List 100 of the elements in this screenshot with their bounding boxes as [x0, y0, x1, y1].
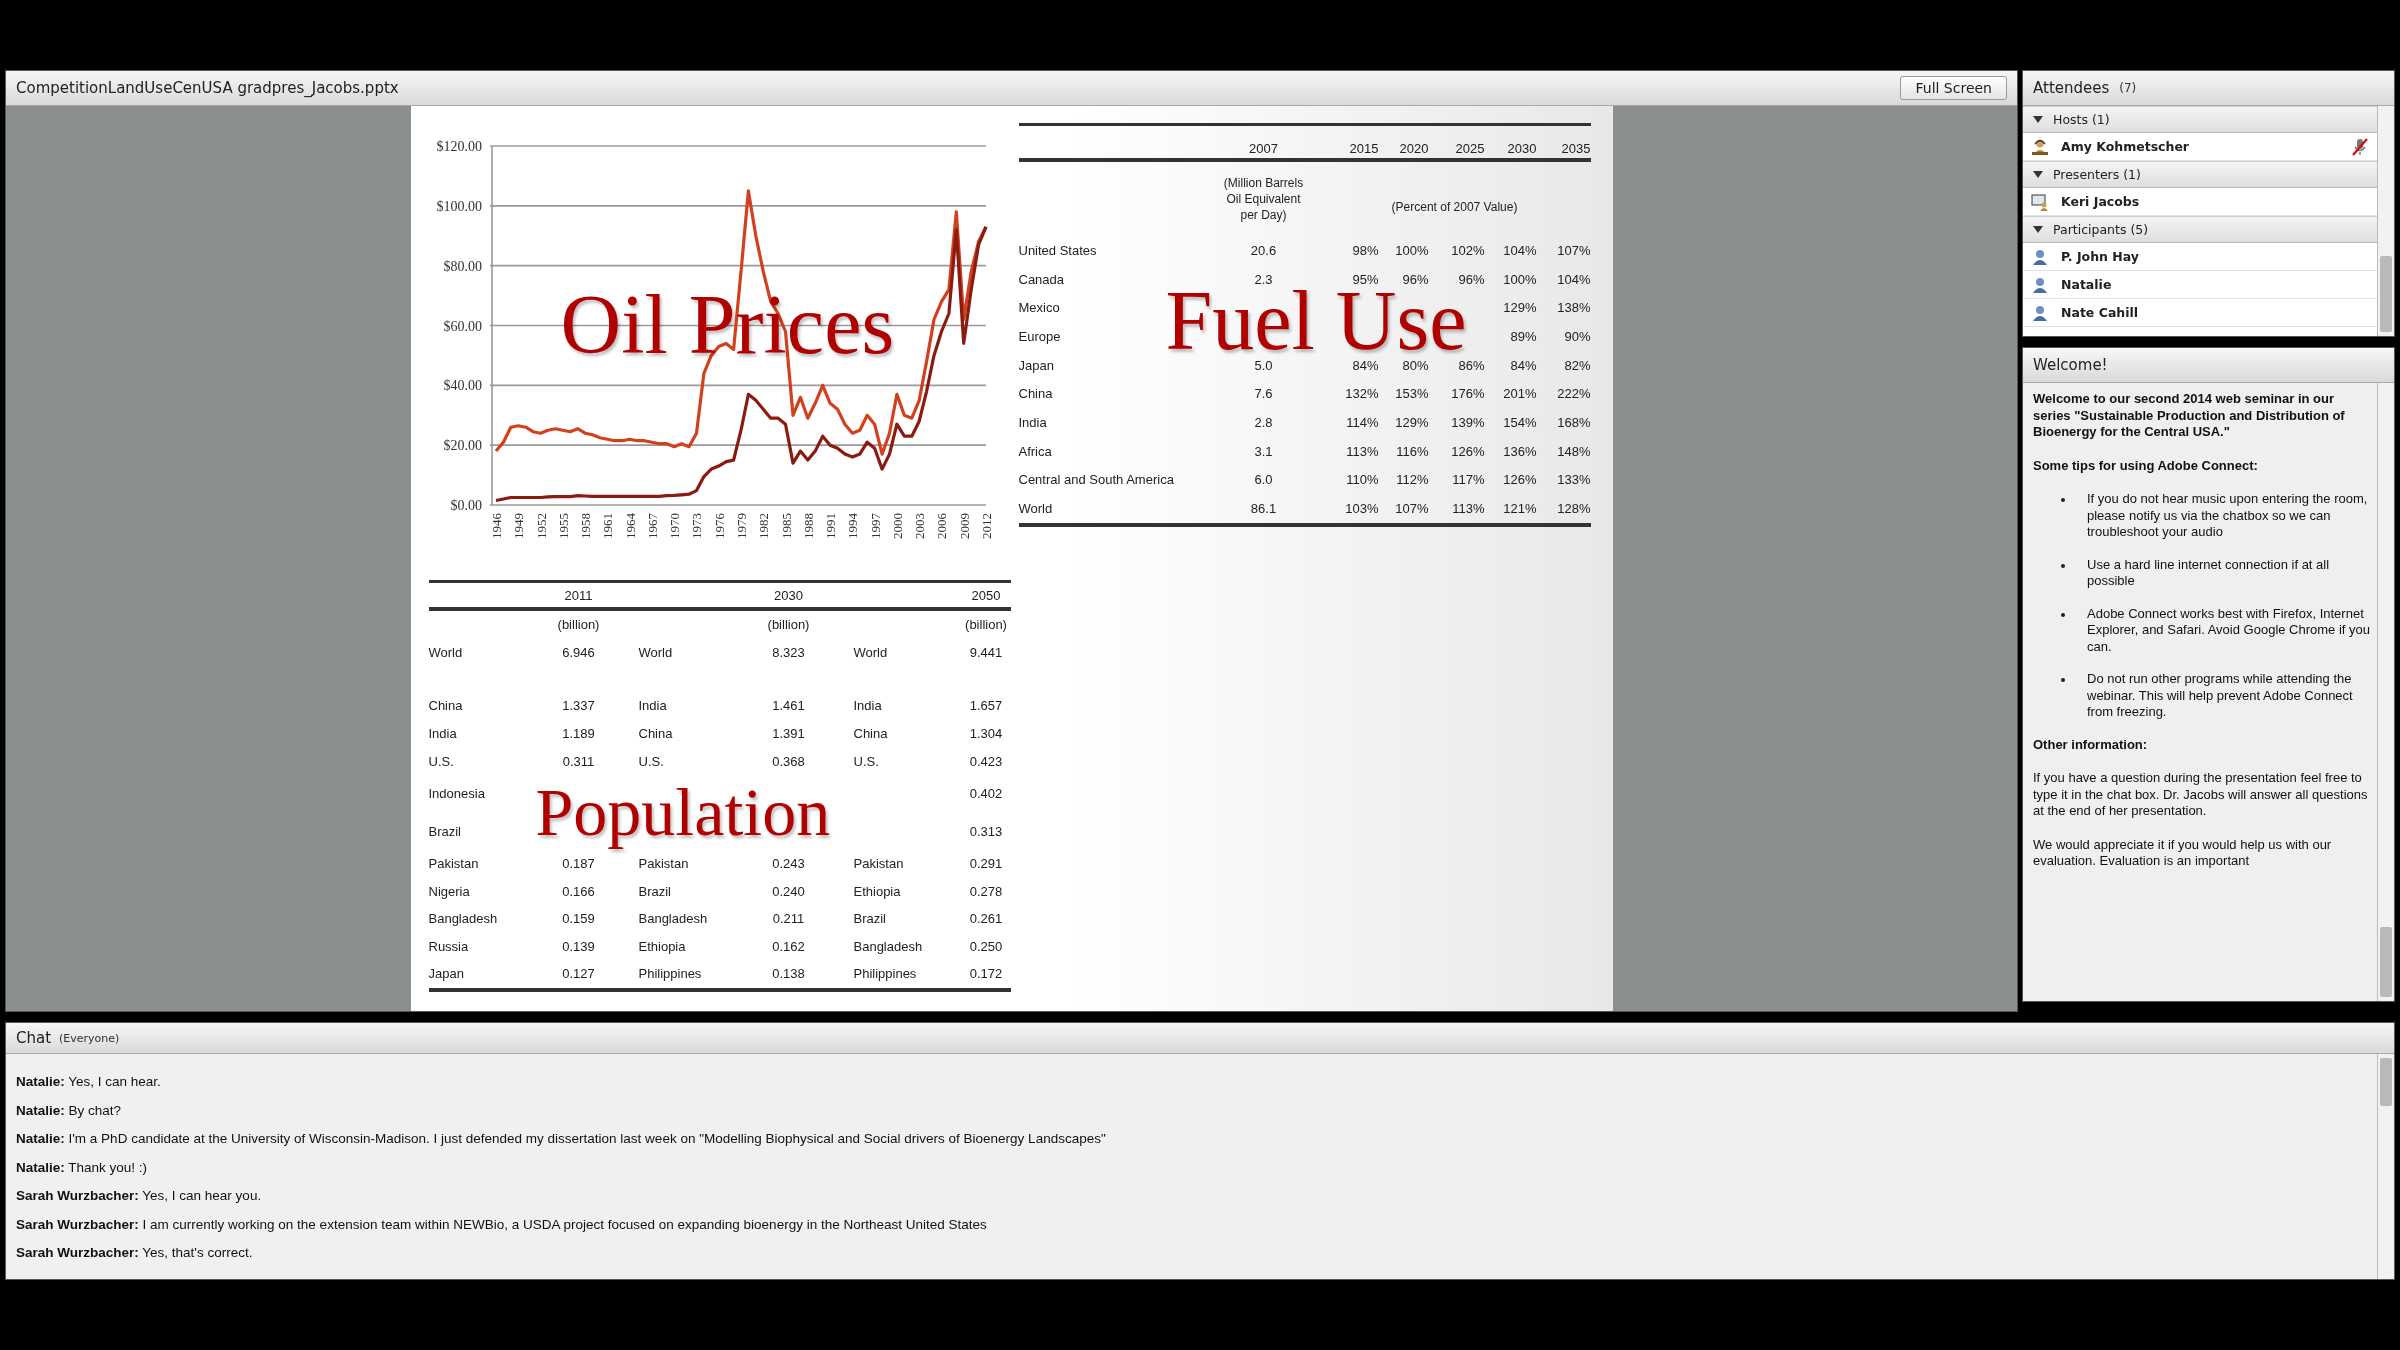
group-header[interactable]: Presenters (1)	[2023, 161, 2377, 188]
table-cell-text: 6.946	[561, 644, 596, 660]
table-cell-text: 148%	[1556, 443, 1591, 459]
axis-label: 1973	[688, 513, 704, 539]
person-icon	[2031, 303, 2049, 322]
axis-label: 1982	[755, 513, 771, 539]
table-cell-text: 0.278	[968, 883, 1004, 899]
table-cell-text: 0.402	[968, 786, 1004, 802]
table-cell-text: 0.243	[771, 856, 806, 872]
table-cell-text: Mexico	[1018, 300, 1061, 316]
scrollbar[interactable]	[2377, 383, 2394, 1001]
chat-message: Natalie: By chat?	[16, 1101, 123, 1120]
table-cell-text: Japan	[1018, 357, 1055, 373]
table-cell-text: 95%	[1351, 271, 1379, 287]
table-cell-text: Philippines	[852, 966, 918, 982]
table-cell-text: 0.211	[771, 911, 806, 927]
axis-label: 1991	[822, 513, 838, 539]
chat-audience: (Everyone)	[59, 1031, 120, 1045]
scrollbar[interactable]	[2377, 1054, 2394, 1279]
table-cell-text: 0.250	[968, 938, 1004, 954]
table-cell-text: 96%	[1457, 271, 1485, 287]
attendee-count: (7)	[2119, 81, 2137, 95]
table-cell-text: 96%	[1401, 271, 1429, 287]
column-header: 2011	[563, 587, 594, 603]
axis-label: $120.00	[436, 139, 482, 154]
table-cell-text: India	[852, 698, 883, 714]
table-cell-text: 132%	[1344, 386, 1379, 402]
table-cell-text: China	[428, 698, 464, 714]
unit-label: (billion)	[556, 617, 601, 633]
paragraph: Do not run other programs while attending the webinar. This will help prevent Adobe Connect from freezing.	[2087, 671, 2354, 721]
table-cell-text: 0.423	[968, 753, 1004, 769]
expand-icon[interactable]	[2033, 116, 2043, 123]
monitor-icon	[2031, 192, 2049, 211]
table-cell-text: 113%	[1451, 501, 1485, 517]
table-cell-text: 168%	[1556, 414, 1591, 430]
unit-label: (billion)	[964, 617, 1008, 633]
table-cell-text: World	[1018, 501, 1054, 517]
scrollbar[interactable]	[2377, 106, 2394, 336]
table-cell-text: Bangladesh	[637, 911, 709, 927]
table-cell-text: 201%	[1502, 386, 1537, 402]
table-cell-text: Brazil	[637, 883, 672, 899]
table-cell-text: 20.6	[1249, 242, 1278, 258]
column-header: 2035	[1560, 141, 1591, 156]
window-title: CompetitionLandUseCenUSA gradpres_Jacobs.pptx	[16, 79, 399, 97]
group-header[interactable]: Hosts (1)	[2023, 106, 2377, 133]
column-header: 2015	[1348, 141, 1379, 156]
table-cell-text: 139%	[1450, 414, 1485, 430]
table-cell-text: China	[1018, 386, 1054, 402]
table-cell-text: India	[637, 698, 668, 714]
paragraph: Some tips for using Adobe Connect:	[2033, 457, 2259, 474]
table-cell-text: 129%	[1502, 300, 1537, 316]
table-cell-text: India	[428, 726, 458, 742]
paragraph: Adobe Connect works best with Firefox, Internet Explorer, and Safari. Avoid Google Chrome if you can.	[2087, 605, 2371, 655]
table-cell-text: China	[637, 726, 674, 742]
unit-label: (billion)	[766, 617, 811, 633]
table-cell-text: 113%	[1345, 443, 1379, 459]
table-cell-text: 0.240	[771, 883, 806, 899]
table-cell-text: 0.187	[561, 856, 596, 872]
table-cell-text: 0.162	[771, 938, 806, 954]
axis-label: 1961	[599, 513, 615, 539]
table-cell-text: 128%	[1556, 501, 1591, 517]
table-cell-text: 0.166	[561, 883, 596, 899]
full-screen-button[interactable]: Full Screen	[1900, 76, 2007, 100]
table-cell-text: 8.323	[771, 644, 806, 660]
slide-heading: Fuel Use	[1165, 292, 1467, 350]
table-cell-text: Japan	[428, 966, 465, 982]
axis-label: 1976	[711, 513, 727, 539]
table-cell-text: Brazil	[428, 823, 462, 839]
table-cell-text: 9.441	[968, 644, 1004, 660]
table-cell-text: Russia	[428, 938, 470, 954]
axis-label: 2000	[889, 513, 905, 539]
table-cell-text: 0.127	[561, 966, 596, 982]
table-cell-text: 1.337	[561, 698, 596, 714]
table-cell-text: 102%	[1450, 242, 1485, 258]
table-cell-text: U.S.	[852, 753, 880, 769]
bullet-icon	[2061, 563, 2065, 568]
table-cell-text: India	[1018, 414, 1048, 430]
expand-icon[interactable]	[2033, 171, 2043, 178]
table-cell-text: Europe	[1018, 328, 1062, 344]
axis-label: $0.00	[450, 498, 482, 513]
table-cell-text: 3.1	[1253, 443, 1274, 459]
table-cell-text: 0.368	[771, 753, 806, 769]
table-cell-text: 121%	[1502, 501, 1537, 517]
table-cell-text: 107%	[1394, 501, 1429, 517]
paragraph: We would appreciate it if you would help us with our evaluation. Evaluation is an important	[2033, 836, 2333, 870]
table-cell-text: 222%	[1556, 386, 1591, 402]
group-header[interactable]: Participants (5)	[2023, 216, 2377, 243]
table-cell-text: 176%	[1450, 386, 1485, 402]
axis-label: 1967	[644, 513, 660, 539]
paragraph: If you do not hear music upon entering the room, please notify us via the chatbox so we can troubleshoot your audio	[2087, 491, 2369, 541]
table-cell-text: 1.304	[968, 726, 1004, 742]
expand-icon[interactable]	[2033, 226, 2043, 233]
chat-message: Natalie: Thank you! :)	[16, 1158, 149, 1177]
table-cell-text: 2.3	[1253, 271, 1274, 287]
axis-label: 1988	[800, 513, 816, 539]
axis-label: $80.00	[443, 258, 482, 274]
column-header: 2030	[773, 587, 804, 603]
table-cell-text: 6.0	[1253, 472, 1274, 488]
table-cell-text: Indonesia	[428, 786, 486, 802]
table-cell-text: Ethiopia	[852, 883, 902, 899]
